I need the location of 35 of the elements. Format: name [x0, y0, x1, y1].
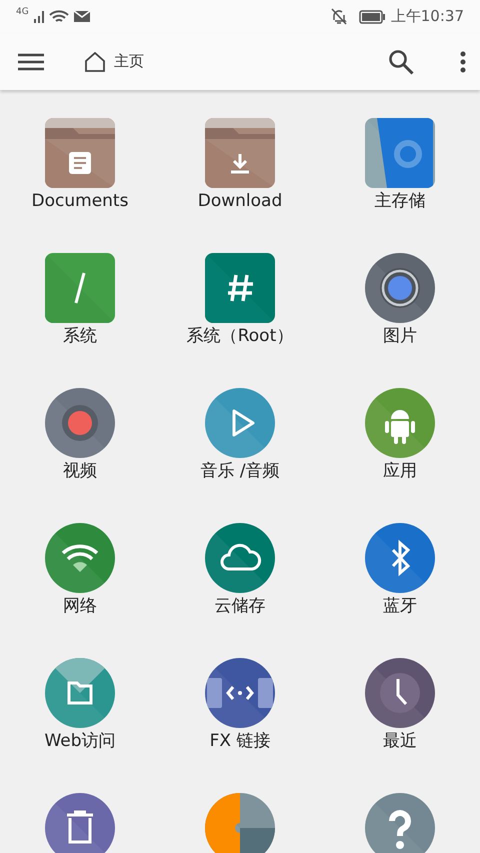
storage-card-icon: [365, 118, 435, 188]
signal-icon: [32, 10, 45, 24]
shortcut-button[interactable]: 系统: [5, 253, 155, 346]
question-mark-icon: [365, 793, 435, 853]
shortcut-button[interactable]: 应用: [325, 388, 475, 482]
network-type-label: 4G: [16, 6, 29, 19]
shortcut-button[interactable]: 视频: [5, 388, 155, 482]
notifications-off-icon: [330, 8, 347, 25]
wifi-icon: [48, 10, 69, 24]
shortcut-button[interactable]: 云储存: [165, 523, 315, 616]
shortcut-button[interactable]: 蓝牙: [325, 523, 475, 616]
shortcut-button[interactable]: 主存储: [325, 118, 475, 212]
shortcut-button[interactable]: Download: [165, 118, 315, 212]
shortcut-button[interactable]: 图片: [325, 253, 475, 346]
shortcut-button[interactable]: 系统（Root）: [165, 253, 315, 346]
shortcut-button[interactable]: 音乐 /音频: [165, 388, 315, 482]
document-folder-icon: [45, 118, 115, 188]
battery-icon: [358, 10, 386, 24]
shortcut-button[interactable]: 网络: [5, 523, 155, 616]
puzzle-icon: [205, 793, 275, 853]
mail-icon: [72, 10, 91, 23]
hash-sign-icon: [205, 253, 275, 323]
shortcut-button[interactable]: Web访问: [5, 658, 155, 752]
shortcut-button[interactable]: Documents: [5, 118, 155, 212]
shortcut-button[interactable]: 最近: [325, 658, 475, 752]
menu-icon: [18, 52, 44, 70]
location-breadcrumb[interactable]: 主页: [80, 48, 148, 76]
slash-icon: [45, 253, 115, 323]
shortcut-button[interactable]: FX 链接: [165, 658, 315, 752]
home-icon: [84, 52, 106, 72]
more-options-icon: [460, 50, 466, 72]
clock-time: 上午10:37: [390, 6, 464, 28]
search-icon: [388, 48, 414, 74]
trash-can-icon: [45, 793, 115, 853]
download-folder-icon: [205, 118, 275, 188]
